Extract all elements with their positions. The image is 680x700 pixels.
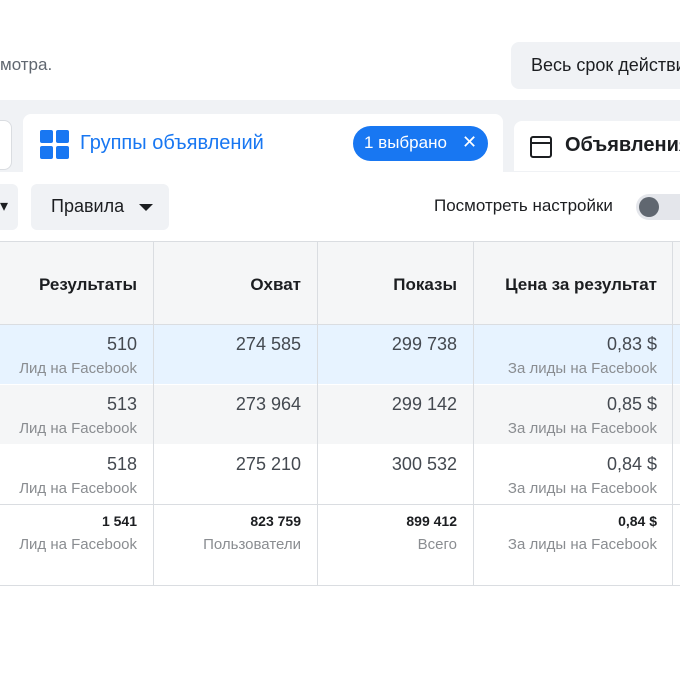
total-results: 1 541 — [101, 513, 137, 529]
column-divider — [473, 241, 474, 585]
column-divider — [317, 241, 318, 585]
cell-impressions: 299 738 — [391, 334, 457, 354]
cell-reach: 273 964 — [235, 394, 301, 414]
cell-cost-per-result: 0,83 $ — [606, 334, 657, 354]
cell-results: 513 — [106, 394, 137, 414]
total-reach-sub: Пользователи — [203, 536, 301, 553]
total-cost-per-result-sub: За лиды на Facebook — [507, 536, 657, 553]
cell-reach: 274 585 — [235, 334, 301, 354]
toggle-knob — [639, 197, 659, 217]
cell-cost-per-result-sub: За лиды на Facebook — [507, 480, 657, 497]
view-settings-label: Посмотреть настройки — [434, 196, 613, 215]
clear-selection-close-icon[interactable]: ✕ — [462, 132, 477, 152]
total-reach: 823 759 — [250, 513, 301, 529]
column-divider — [672, 241, 673, 585]
tab-ad-sets-label[interactable]: Группы объявлений — [80, 132, 264, 155]
table-border — [0, 585, 680, 586]
cell-cost-per-result-sub: За лиды на Facebook — [507, 360, 657, 377]
tab-ads-label[interactable]: Объявления — [565, 134, 680, 157]
cell-results: 518 — [106, 454, 137, 474]
cell-cost-per-result: 0,84 $ — [606, 454, 657, 474]
ad-sets-grid-icon — [40, 130, 70, 160]
total-results-sub: Лид на Facebook — [19, 536, 137, 553]
cell-impressions: 299 142 — [391, 394, 457, 414]
table-border — [0, 241, 680, 242]
cell-results-sub: Лид на Facebook — [19, 360, 137, 377]
cell-cost-per-result: 0,85 $ — [606, 394, 657, 414]
table-border — [0, 504, 680, 505]
date-range-button[interactable]: Весь срок действия — [511, 42, 680, 89]
column-divider — [153, 241, 154, 585]
column-header-results[interactable]: Результаты — [39, 275, 137, 295]
column-header-reach[interactable]: Охват — [250, 275, 301, 295]
cell-reach: 275 210 — [235, 454, 301, 474]
cell-results: 510 — [106, 334, 137, 354]
column-header-cost-per-result[interactable]: Цена за результат — [505, 275, 657, 295]
cell-results-sub: Лид на Facebook — [19, 480, 137, 497]
cell-results-sub: Лид на Facebook — [19, 420, 137, 437]
tab-campaigns-stub[interactable] — [0, 120, 12, 170]
caret-down-icon — [139, 204, 153, 211]
total-impressions-sub: Всего — [417, 536, 457, 553]
total-impressions: 899 412 — [406, 513, 457, 529]
cell-cost-per-result-sub: За лиды на Facebook — [507, 420, 657, 437]
table-border — [0, 324, 680, 325]
toolbar-stub-icon: ▾ — [0, 198, 9, 215]
selected-count-chip[interactable]: 1 выбрано ✕ — [353, 126, 488, 161]
total-cost-per-result: 0,84 $ — [618, 513, 657, 529]
selected-count-label: 1 выбрано — [364, 133, 447, 152]
column-header-impressions[interactable]: Показы — [393, 275, 457, 295]
cell-impressions: 300 532 — [391, 454, 457, 474]
header-partial-text: мотра. — [0, 55, 53, 74]
ad-window-icon — [530, 136, 552, 158]
